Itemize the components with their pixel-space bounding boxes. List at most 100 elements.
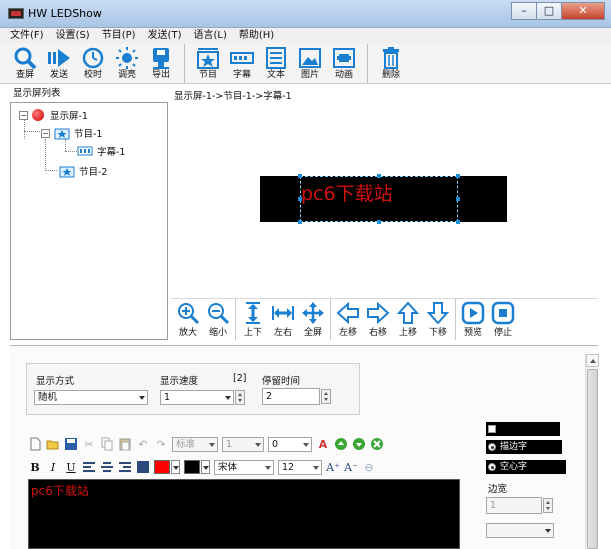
- radio-button[interactable]: [488, 463, 496, 471]
- menu-language[interactable]: 语言(L): [193, 28, 226, 44]
- add-animation-button[interactable]: 动画: [327, 44, 361, 84]
- brightness-button[interactable]: 调亮: [110, 44, 144, 84]
- italic-icon[interactable]: I: [46, 460, 60, 474]
- redo-icon[interactable]: ↷: [154, 437, 168, 451]
- align-left-icon[interactable]: [82, 460, 96, 474]
- resize-handle[interactable]: [377, 220, 381, 224]
- display-speed-spinner[interactable]: [235, 390, 245, 405]
- resize-handle[interactable]: [377, 174, 381, 178]
- add-text-button[interactable]: 文本: [259, 44, 293, 84]
- move-up-button[interactable]: 上移: [393, 299, 423, 339]
- rotate-right-icon[interactable]: [352, 437, 366, 451]
- border-color-select[interactable]: [486, 523, 554, 538]
- stay-time-input[interactable]: 2: [262, 388, 320, 405]
- checkbox[interactable]: [488, 425, 496, 433]
- border-width-spinner[interactable]: [543, 498, 553, 513]
- cut-icon[interactable]: ✂: [82, 437, 96, 451]
- copy-icon[interactable]: [100, 437, 114, 451]
- bold-icon[interactable]: B: [28, 460, 42, 474]
- check-screen-button[interactable]: 查屏: [8, 44, 42, 84]
- resize-handle[interactable]: [298, 174, 302, 178]
- breadcrumb: 显示屏-1->节目-1->字幕-1: [174, 91, 292, 102]
- properties-scrollbar[interactable]: [585, 354, 599, 549]
- add-subtitle-button[interactable]: 字幕: [225, 44, 259, 84]
- effect-option-stroke[interactable]: 描边字: [486, 440, 562, 454]
- effect-option-plain[interactable]: [486, 422, 560, 436]
- subtitle-editor[interactable]: [28, 479, 460, 549]
- resize-handle[interactable]: [456, 220, 460, 224]
- tree-node-screen[interactable]: − 显示屏-1: [19, 107, 88, 123]
- open-folder-icon[interactable]: [46, 437, 60, 451]
- text-color-dropdown[interactable]: [171, 460, 180, 474]
- move-down-button[interactable]: 下移: [423, 299, 453, 339]
- fullscreen-button[interactable]: 全屏: [298, 299, 328, 339]
- close-button[interactable]: ✕: [561, 2, 605, 20]
- tree-node-subtitle-1[interactable]: 字幕-1: [77, 143, 125, 159]
- export-button[interactable]: 导出: [144, 44, 178, 84]
- display-mode-select[interactable]: 随机: [34, 390, 148, 405]
- zoom-in-button[interactable]: 放大: [173, 299, 203, 339]
- radio-button[interactable]: [488, 443, 496, 451]
- scroll-thumb[interactable]: [587, 369, 598, 549]
- clear-icon[interactable]: [370, 437, 384, 451]
- menu-send[interactable]: 发送(T): [148, 28, 182, 44]
- resize-handle[interactable]: [298, 220, 302, 224]
- chevron-down-icon: [313, 465, 319, 470]
- maximize-button[interactable]: □: [536, 2, 562, 20]
- add-image-button[interactable]: 图片: [293, 44, 327, 84]
- scroll-up-button[interactable]: [586, 354, 599, 367]
- effect-option-hollow[interactable]: 空心字: [486, 460, 566, 474]
- text-color-swatch[interactable]: [154, 460, 170, 474]
- background-color-dropdown[interactable]: [201, 460, 210, 474]
- fit-horizontal-button[interactable]: 左右: [268, 299, 298, 339]
- zoom-out-button[interactable]: 缩小: [203, 299, 233, 339]
- paste-icon[interactable]: [118, 437, 132, 451]
- align-center-icon[interactable]: [100, 460, 114, 474]
- char-spacing-select[interactable]: 0: [268, 436, 312, 452]
- collapse-icon[interactable]: −: [19, 110, 28, 120]
- undo-icon[interactable]: ↶: [136, 437, 150, 451]
- new-file-icon[interactable]: [28, 437, 42, 451]
- menu-help[interactable]: 帮助(H): [239, 28, 274, 44]
- display-speed-select[interactable]: 1: [160, 390, 234, 405]
- border-width-input[interactable]: 1: [486, 497, 542, 514]
- tree-node-program-1[interactable]: − 节目-1: [41, 125, 102, 141]
- resize-handle[interactable]: [456, 174, 460, 178]
- stay-time-spinner[interactable]: [321, 389, 331, 404]
- font-size-select[interactable]: 12: [278, 459, 322, 475]
- background-color-swatch[interactable]: [184, 460, 200, 474]
- justify-icon[interactable]: [136, 460, 150, 474]
- menu-bar: 文件(F) 设置(S) 节目(P) 发送(T) 语言(L) 帮助(H): [0, 28, 611, 44]
- fit-vertical-button[interactable]: 上下: [238, 299, 268, 339]
- reset-font-icon[interactable]: ⊖: [362, 460, 376, 474]
- toolbar-label: 图片: [300, 70, 319, 80]
- resize-handle[interactable]: [298, 197, 302, 201]
- move-right-button[interactable]: 右移: [363, 299, 393, 339]
- stop-button[interactable]: 停止: [488, 299, 518, 339]
- collapse-icon[interactable]: −: [41, 128, 50, 138]
- resize-handle[interactable]: [456, 197, 460, 201]
- delete-button[interactable]: 删除: [374, 44, 408, 84]
- decrease-font-icon[interactable]: A⁻: [344, 460, 358, 474]
- send-button[interactable]: 发送: [42, 44, 76, 84]
- sync-time-button[interactable]: 校时: [76, 44, 110, 84]
- align-right-icon[interactable]: [118, 460, 132, 474]
- text-style-select[interactable]: 标准: [172, 436, 218, 452]
- increase-font-icon[interactable]: A⁺: [326, 460, 340, 474]
- menu-settings[interactable]: 设置(S): [56, 28, 90, 44]
- font-family-select[interactable]: 宋体: [214, 459, 274, 475]
- rotate-left-icon[interactable]: [334, 437, 348, 451]
- save-icon[interactable]: [64, 437, 78, 451]
- underline-icon[interactable]: U: [64, 460, 78, 474]
- minimize-button[interactable]: –: [511, 2, 537, 20]
- menu-program[interactable]: 节目(P): [102, 28, 136, 44]
- move-left-button[interactable]: 左移: [333, 299, 363, 339]
- clear-format-icon[interactable]: A: [316, 437, 330, 451]
- menu-file[interactable]: 文件(F): [10, 28, 44, 44]
- add-program-button[interactable]: 节目: [191, 44, 225, 84]
- subtitle-selection-box[interactable]: [300, 176, 458, 222]
- line-spacing-select[interactable]: 1: [222, 436, 264, 452]
- preview-button[interactable]: 预览: [458, 299, 488, 339]
- tree-node-label: 节目-1: [74, 129, 103, 140]
- tree-node-program-2[interactable]: 节目-2: [59, 163, 107, 179]
